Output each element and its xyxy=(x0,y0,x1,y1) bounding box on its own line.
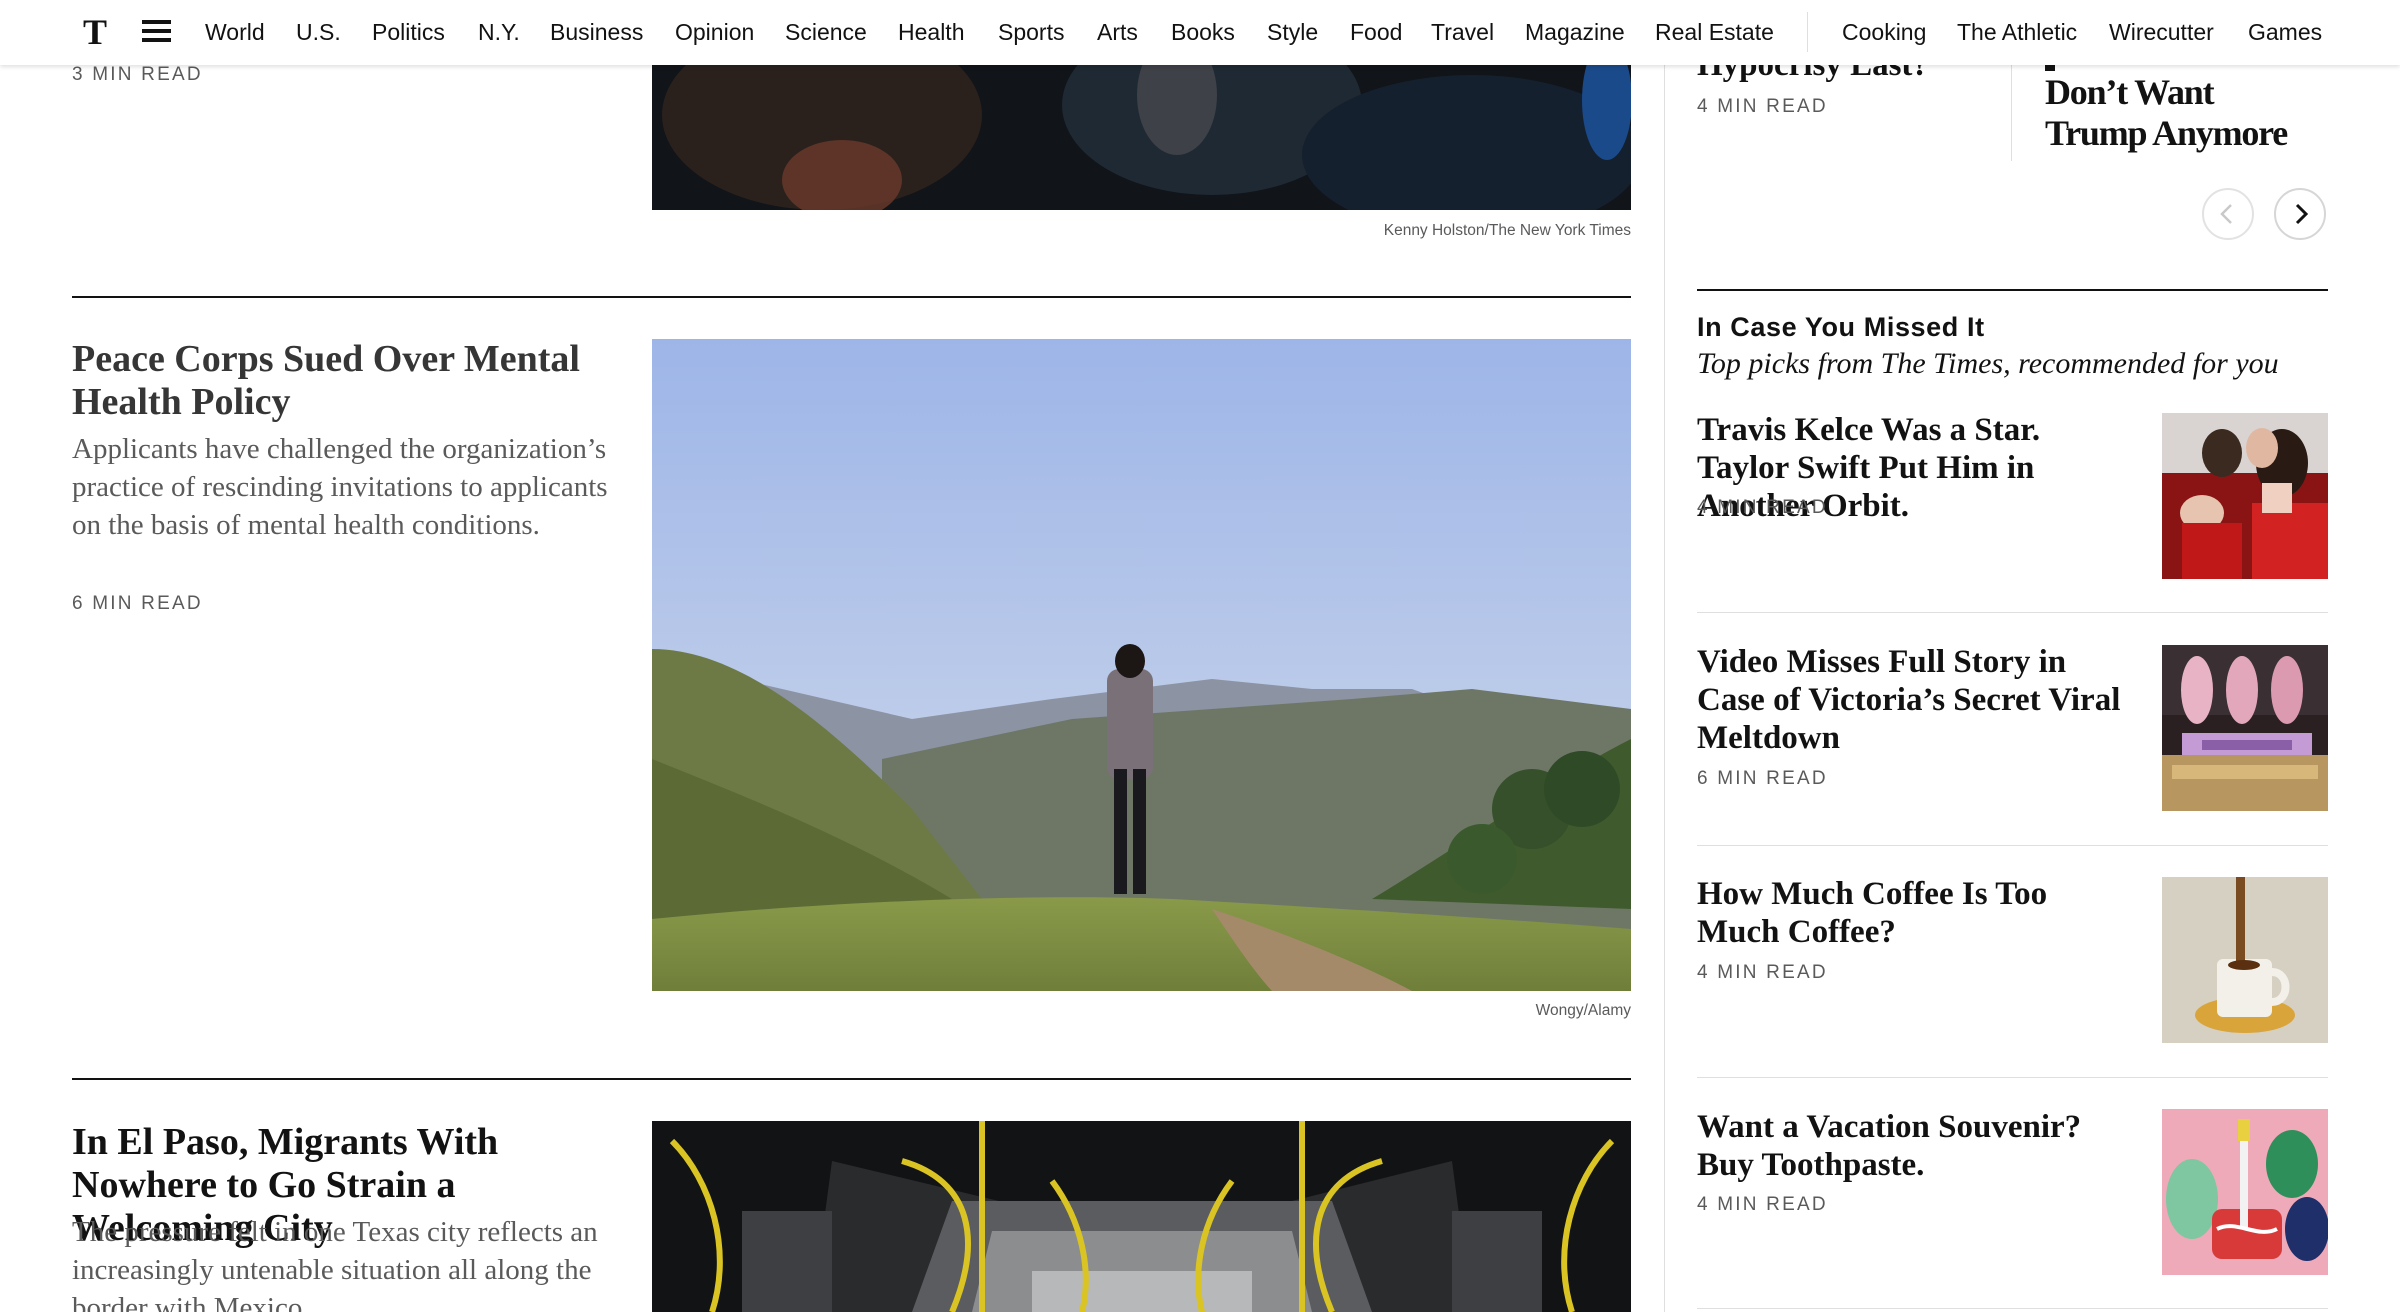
rail-divider xyxy=(1664,65,1665,1312)
peace-corps-read-time: 6 MIN READ xyxy=(72,593,203,614)
carousel-prev-button[interactable] xyxy=(2202,188,2254,240)
nyt-logo-icon[interactable]: T xyxy=(78,14,112,50)
nav-item-us[interactable]: U.S. xyxy=(296,19,341,46)
nav-item-the-athletic[interactable]: The Athletic xyxy=(1957,19,2077,46)
nav-item-travel[interactable]: Travel xyxy=(1431,19,1494,46)
rail-item-read-time: 4 MIN READ xyxy=(1697,1194,1828,1215)
rail-item-separator xyxy=(1697,845,2328,846)
peace-corps-summary[interactable]: Applicants have challenged the organizat… xyxy=(72,430,632,544)
top-story-photo-credit: Kenny Holston/The New York Times xyxy=(1383,222,1631,239)
chevron-left-icon xyxy=(2220,204,2232,224)
peace-corps-photo[interactable] xyxy=(652,339,1631,991)
peace-corps-headline[interactable]: Peace Corps Sued Over Mental Health Poli… xyxy=(72,338,632,424)
rail-item-separator xyxy=(1697,1308,2328,1309)
section-rule xyxy=(1697,289,2328,291)
top-navigation: T World U.S. Politics N.Y. Business Opin… xyxy=(0,0,2400,65)
section-subtitle: Top picks from The Times, recommended fo… xyxy=(1697,347,2279,380)
nav-item-health[interactable]: Health xyxy=(898,19,964,46)
carousel-item-1-read-time: 4 MIN READ xyxy=(1697,96,1828,117)
rail-item-read-time: 4 MIN READ xyxy=(1697,962,1828,983)
el-paso-photo[interactable] xyxy=(652,1121,1631,1312)
rail-item-read-time: 4 MIN READ xyxy=(1697,497,1828,518)
chevron-right-icon xyxy=(2295,203,2309,225)
rail-item-thumbnail[interactable] xyxy=(2162,413,2328,579)
nav-item-science[interactable]: Science xyxy=(785,19,867,46)
rail-item-headline[interactable]: Video Misses Full Story in Case of Victo… xyxy=(1697,643,2137,757)
svg-text:T: T xyxy=(83,14,107,50)
nav-item-cooking[interactable]: Cooking xyxy=(1842,19,1926,46)
nav-item-ny[interactable]: N.Y. xyxy=(478,19,520,46)
nav-item-real-estate[interactable]: Real Estate xyxy=(1655,19,1774,46)
rail-item-separator xyxy=(1697,1077,2328,1078)
hamburger-menu-icon[interactable] xyxy=(142,19,172,43)
carousel-next-button[interactable] xyxy=(2274,188,2326,240)
rail-item-headline[interactable]: How Much Coffee Is Too Much Coffee? xyxy=(1697,875,2137,951)
el-paso-summary[interactable]: The pressure felt in one Texas city refl… xyxy=(72,1213,632,1312)
top-story-photo[interactable] xyxy=(652,65,1631,210)
rail-item-thumbnail[interactable] xyxy=(2162,645,2328,811)
nav-item-politics[interactable]: Politics xyxy=(372,19,445,46)
nav-item-arts[interactable]: Arts xyxy=(1097,19,1138,46)
carousel-item-1-headline-clip: Hypocrisy Last? xyxy=(1697,65,1997,90)
carousel-item-1-headline[interactable]: Hypocrisy Last? xyxy=(1697,65,1929,84)
rail-item-headline[interactable]: Want a Vacation Souvenir? Buy Toothpaste… xyxy=(1697,1108,2137,1184)
story-divider xyxy=(72,1078,1631,1080)
story-divider xyxy=(72,296,1631,298)
section-title[interactable]: In Case You Missed It xyxy=(1697,311,1985,343)
rail-item-separator xyxy=(1697,612,2328,613)
rail-item-read-time: 6 MIN READ xyxy=(1697,768,1828,789)
nav-item-books[interactable]: Books xyxy=(1171,19,1235,46)
carousel-item-2-clipped-text xyxy=(2045,65,2055,71)
top-story-read-time: 3 MIN READ xyxy=(72,64,203,85)
carousel-item-2-headline[interactable]: Don’t Want Trump Anymore xyxy=(2045,72,2305,154)
nav-item-food[interactable]: Food xyxy=(1350,19,1402,46)
nav-item-style[interactable]: Style xyxy=(1267,19,1318,46)
nav-divider xyxy=(1807,12,1808,52)
nav-item-sports[interactable]: Sports xyxy=(998,19,1064,46)
nav-item-opinion[interactable]: Opinion xyxy=(675,19,754,46)
carousel-separator xyxy=(2011,65,2012,161)
rail-item-thumbnail[interactable] xyxy=(2162,877,2328,1043)
nav-item-world[interactable]: World xyxy=(205,19,265,46)
nav-item-games[interactable]: Games xyxy=(2248,19,2322,46)
peace-corps-photo-credit: Wongy/Alamy xyxy=(1535,1002,1631,1019)
nav-item-magazine[interactable]: Magazine xyxy=(1525,19,1625,46)
nav-item-wirecutter[interactable]: Wirecutter xyxy=(2109,19,2214,46)
nav-item-business[interactable]: Business xyxy=(550,19,643,46)
rail-item-thumbnail[interactable] xyxy=(2162,1109,2328,1275)
